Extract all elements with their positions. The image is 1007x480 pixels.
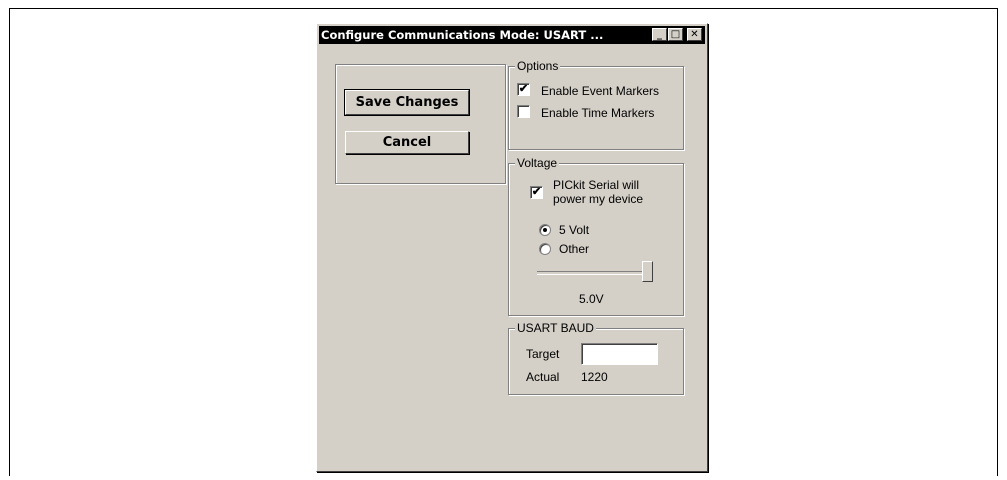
save-changes-label: Save Changes (355, 95, 459, 110)
usart-baud-group: USART BAUD Target Actual 1220 (508, 321, 684, 395)
power-device-label-line1[interactable]: PICkit Serial will (553, 178, 639, 192)
window-title: Configure Communications Mode: USART ... (321, 28, 604, 42)
close-icon: ✕ (690, 29, 699, 40)
cancel-button[interactable]: Cancel (345, 131, 469, 154)
radio-selected-dot (543, 228, 547, 232)
actual-value: 1220 (581, 370, 608, 384)
title-bar[interactable]: Configure Communications Mode: USART ...… (319, 26, 705, 44)
radio-5-volt[interactable] (539, 224, 551, 236)
options-legend: Options (515, 59, 561, 73)
time-markers-checkbox[interactable] (517, 105, 530, 118)
maximize-button[interactable]: □ (668, 28, 683, 41)
options-group: Options ✔ Enable Event Markers Enable Ti… (508, 59, 684, 150)
minimize-icon: _ (657, 29, 662, 40)
target-label: Target (526, 347, 560, 361)
voltage-group: Voltage ✔ PICkit Serial will power my de… (508, 156, 684, 316)
checkmark-icon: ✔ (518, 83, 529, 95)
time-markers-label[interactable]: Enable Time Markers (541, 106, 654, 120)
configure-window: Configure Communications Mode: USART ...… (316, 23, 708, 472)
actions-group: Save Changes Cancel (335, 64, 506, 184)
event-markers-label[interactable]: Enable Event Markers (541, 84, 659, 98)
maximize-icon: □ (670, 29, 681, 40)
voltage-value: 5.0V (579, 292, 604, 306)
voltage-legend: Voltage (515, 156, 560, 170)
power-device-label-line2[interactable]: power my device (553, 192, 643, 206)
cancel-label: Cancel (382, 135, 432, 150)
radio-other[interactable] (539, 243, 551, 255)
event-markers-checkbox[interactable]: ✔ (517, 83, 530, 96)
minimize-button[interactable]: _ (652, 28, 667, 41)
radio-5-volt-label[interactable]: 5 Volt (559, 223, 589, 237)
target-baud-input[interactable] (581, 343, 658, 365)
actual-label: Actual (526, 370, 560, 384)
close-button[interactable]: ✕ (687, 28, 702, 41)
save-changes-button[interactable]: Save Changes (344, 89, 470, 116)
power-device-checkbox[interactable]: ✔ (530, 186, 543, 199)
voltage-slider-track[interactable] (537, 271, 653, 275)
usart-baud-legend: USART BAUD (515, 321, 596, 335)
radio-other-label[interactable]: Other (559, 242, 589, 256)
checkmark-icon: ✔ (531, 186, 542, 198)
voltage-slider-thumb[interactable] (642, 261, 653, 282)
